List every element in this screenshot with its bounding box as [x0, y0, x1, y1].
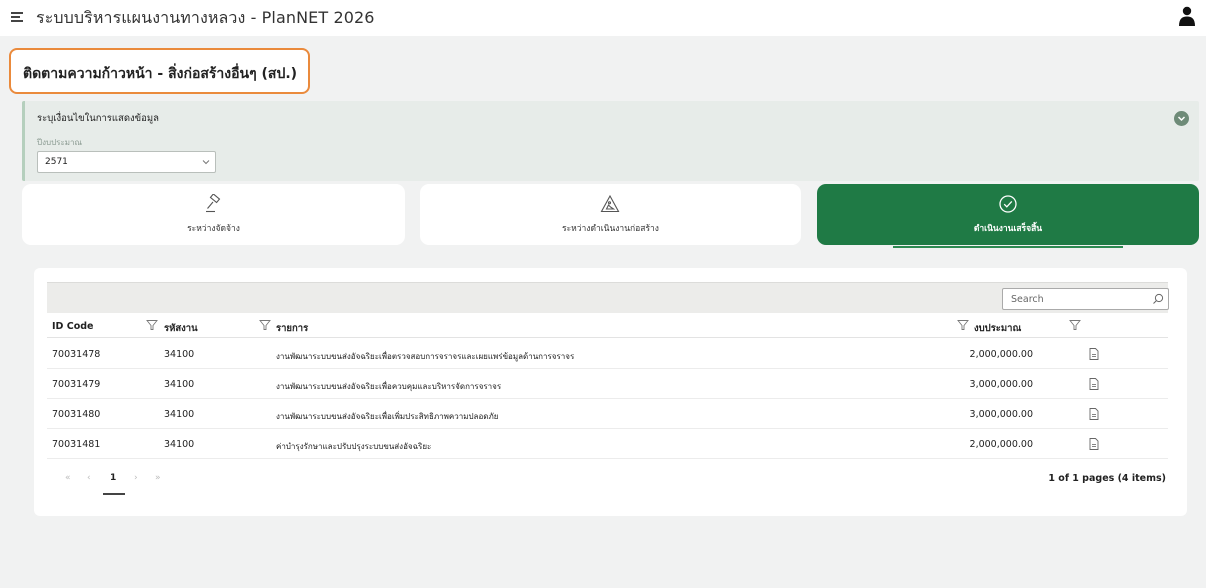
- pager-summary: 1 of 1 pages (4 items): [1048, 473, 1166, 484]
- tab-procurement-label: ระหว่างจัดจ้าง: [187, 224, 240, 234]
- header-item[interactable]: รายการ: [276, 321, 308, 336]
- filter-icon[interactable]: [146, 319, 158, 331]
- fiscal-year-label: ปีงบประมาณ: [37, 138, 82, 147]
- cell-project-code: 34100: [164, 349, 195, 360]
- search-placeholder: Search: [1011, 294, 1044, 305]
- table-row[interactable]: 70031481 34100 ค่าบำรุงรักษาและปรับปรุงร…: [47, 429, 1168, 459]
- document-icon[interactable]: [1089, 378, 1099, 390]
- table-row[interactable]: 70031480 34100 งานพัฒนาระบบขนส่งอัจฉริยะ…: [47, 399, 1168, 429]
- cell-project-code: 34100: [164, 379, 195, 390]
- search-input[interactable]: Search: [1002, 288, 1169, 310]
- tab-under-construction-label: ระหว่างดำเนินงานก่อสร้าง: [562, 224, 659, 234]
- document-icon[interactable]: [1089, 438, 1099, 450]
- menu-icon[interactable]: [11, 11, 25, 23]
- table-row[interactable]: 70031479 34100 งานพัฒนาระบบขนส่งอัจฉริยะ…: [47, 369, 1168, 399]
- check-circle-icon: [999, 195, 1017, 213]
- document-icon[interactable]: [1089, 348, 1099, 360]
- search-icon: [1153, 293, 1164, 304]
- active-tab-indicator: [893, 246, 1123, 248]
- current-page-indicator: [103, 493, 125, 495]
- cell-item: งานพัฒนาระบบขนส่งอัจฉริยะเพื่อตรวจสอบการ…: [276, 352, 575, 361]
- prev-page-button[interactable]: ‹: [87, 473, 91, 483]
- app-title: ระบบบริหารแผนงานทางหลวง - PlanNET 2026: [36, 8, 375, 27]
- filter-panel: ระบุเงื่อนไขในการแสดงข้อมูล ปีงบประมาณ 2…: [22, 101, 1199, 181]
- chevron-down-icon: [1177, 116, 1186, 122]
- filter-icon[interactable]: [259, 319, 271, 331]
- cell-item: งานพัฒนาระบบขนส่งอัจฉริยะเพื่อเพิ่มประสิ…: [276, 412, 499, 421]
- filter-icon[interactable]: [1069, 319, 1081, 331]
- cell-id-code: 70031480: [52, 409, 101, 420]
- top-bar: ระบบบริหารแผนงานทางหลวง - PlanNET 2026: [0, 0, 1206, 36]
- collapse-filter-button[interactable]: [1174, 111, 1189, 126]
- grid-toolbar: Search: [47, 282, 1169, 313]
- document-icon[interactable]: [1089, 408, 1099, 420]
- cell-budget: 3,000,000.00: [969, 409, 1033, 420]
- last-page-button[interactable]: »: [155, 473, 161, 483]
- cell-budget: 2,000,000.00: [969, 349, 1033, 360]
- cell-id-code: 70031481: [52, 439, 101, 450]
- next-page-button[interactable]: ›: [134, 473, 138, 483]
- results-table-card: Search ID Code รหัสงาน รายการ งบประมาณ 7…: [34, 268, 1187, 516]
- header-id-code[interactable]: ID Code: [52, 321, 93, 332]
- fiscal-year-value: 2571: [45, 157, 68, 167]
- user-icon[interactable]: [1178, 6, 1196, 26]
- page-title-box: ติดตามความก้าวหน้า - สิ่งก่อสร้างอื่นๆ (…: [9, 48, 310, 94]
- tab-completed[interactable]: ดำเนินงานเสร็จสิ้น: [817, 184, 1199, 245]
- cell-id-code: 70031479: [52, 379, 101, 390]
- gavel-icon: [206, 194, 221, 213]
- chevron-down-icon: [202, 160, 210, 165]
- page-title: ติดตามความก้าวหน้า - สิ่งก่อสร้างอื่นๆ (…: [23, 66, 298, 82]
- page-1-button[interactable]: 1: [110, 473, 116, 483]
- cell-budget: 3,000,000.00: [969, 379, 1033, 390]
- cell-budget: 2,000,000.00: [969, 439, 1033, 450]
- filter-icon[interactable]: [957, 319, 969, 331]
- table-row[interactable]: 70031478 34100 งานพัฒนาระบบขนส่งอัจฉริยะ…: [47, 339, 1168, 369]
- fiscal-year-select[interactable]: 2571: [37, 151, 216, 173]
- header-budget[interactable]: งบประมาณ: [974, 321, 1021, 336]
- cell-project-code: 34100: [164, 439, 195, 450]
- first-page-button[interactable]: «: [65, 473, 71, 483]
- tab-procurement[interactable]: ระหว่างจัดจ้าง: [22, 184, 405, 245]
- header-project-code[interactable]: รหัสงาน: [164, 321, 198, 336]
- tab-under-construction[interactable]: ระหว่างดำเนินงานก่อสร้าง: [420, 184, 801, 245]
- cell-project-code: 34100: [164, 409, 195, 420]
- cell-item: งานพัฒนาระบบขนส่งอัจฉริยะเพื่อควบคุมและบ…: [276, 382, 502, 391]
- pager: « ‹ 1 › » 1 of 1 pages (4 items): [47, 464, 1168, 495]
- cell-id-code: 70031478: [52, 349, 101, 360]
- construction-warning-icon: [600, 194, 620, 213]
- tab-completed-label: ดำเนินงานเสร็จสิ้น: [973, 224, 1043, 234]
- cell-item: ค่าบำรุงรักษาและปรับปรุงระบบขนส่งอัจฉริย…: [276, 442, 432, 451]
- table-header-row: ID Code รหัสงาน รายการ งบประมาณ: [47, 314, 1168, 338]
- filter-heading: ระบุเงื่อนไขในการแสดงข้อมูล: [37, 113, 159, 124]
